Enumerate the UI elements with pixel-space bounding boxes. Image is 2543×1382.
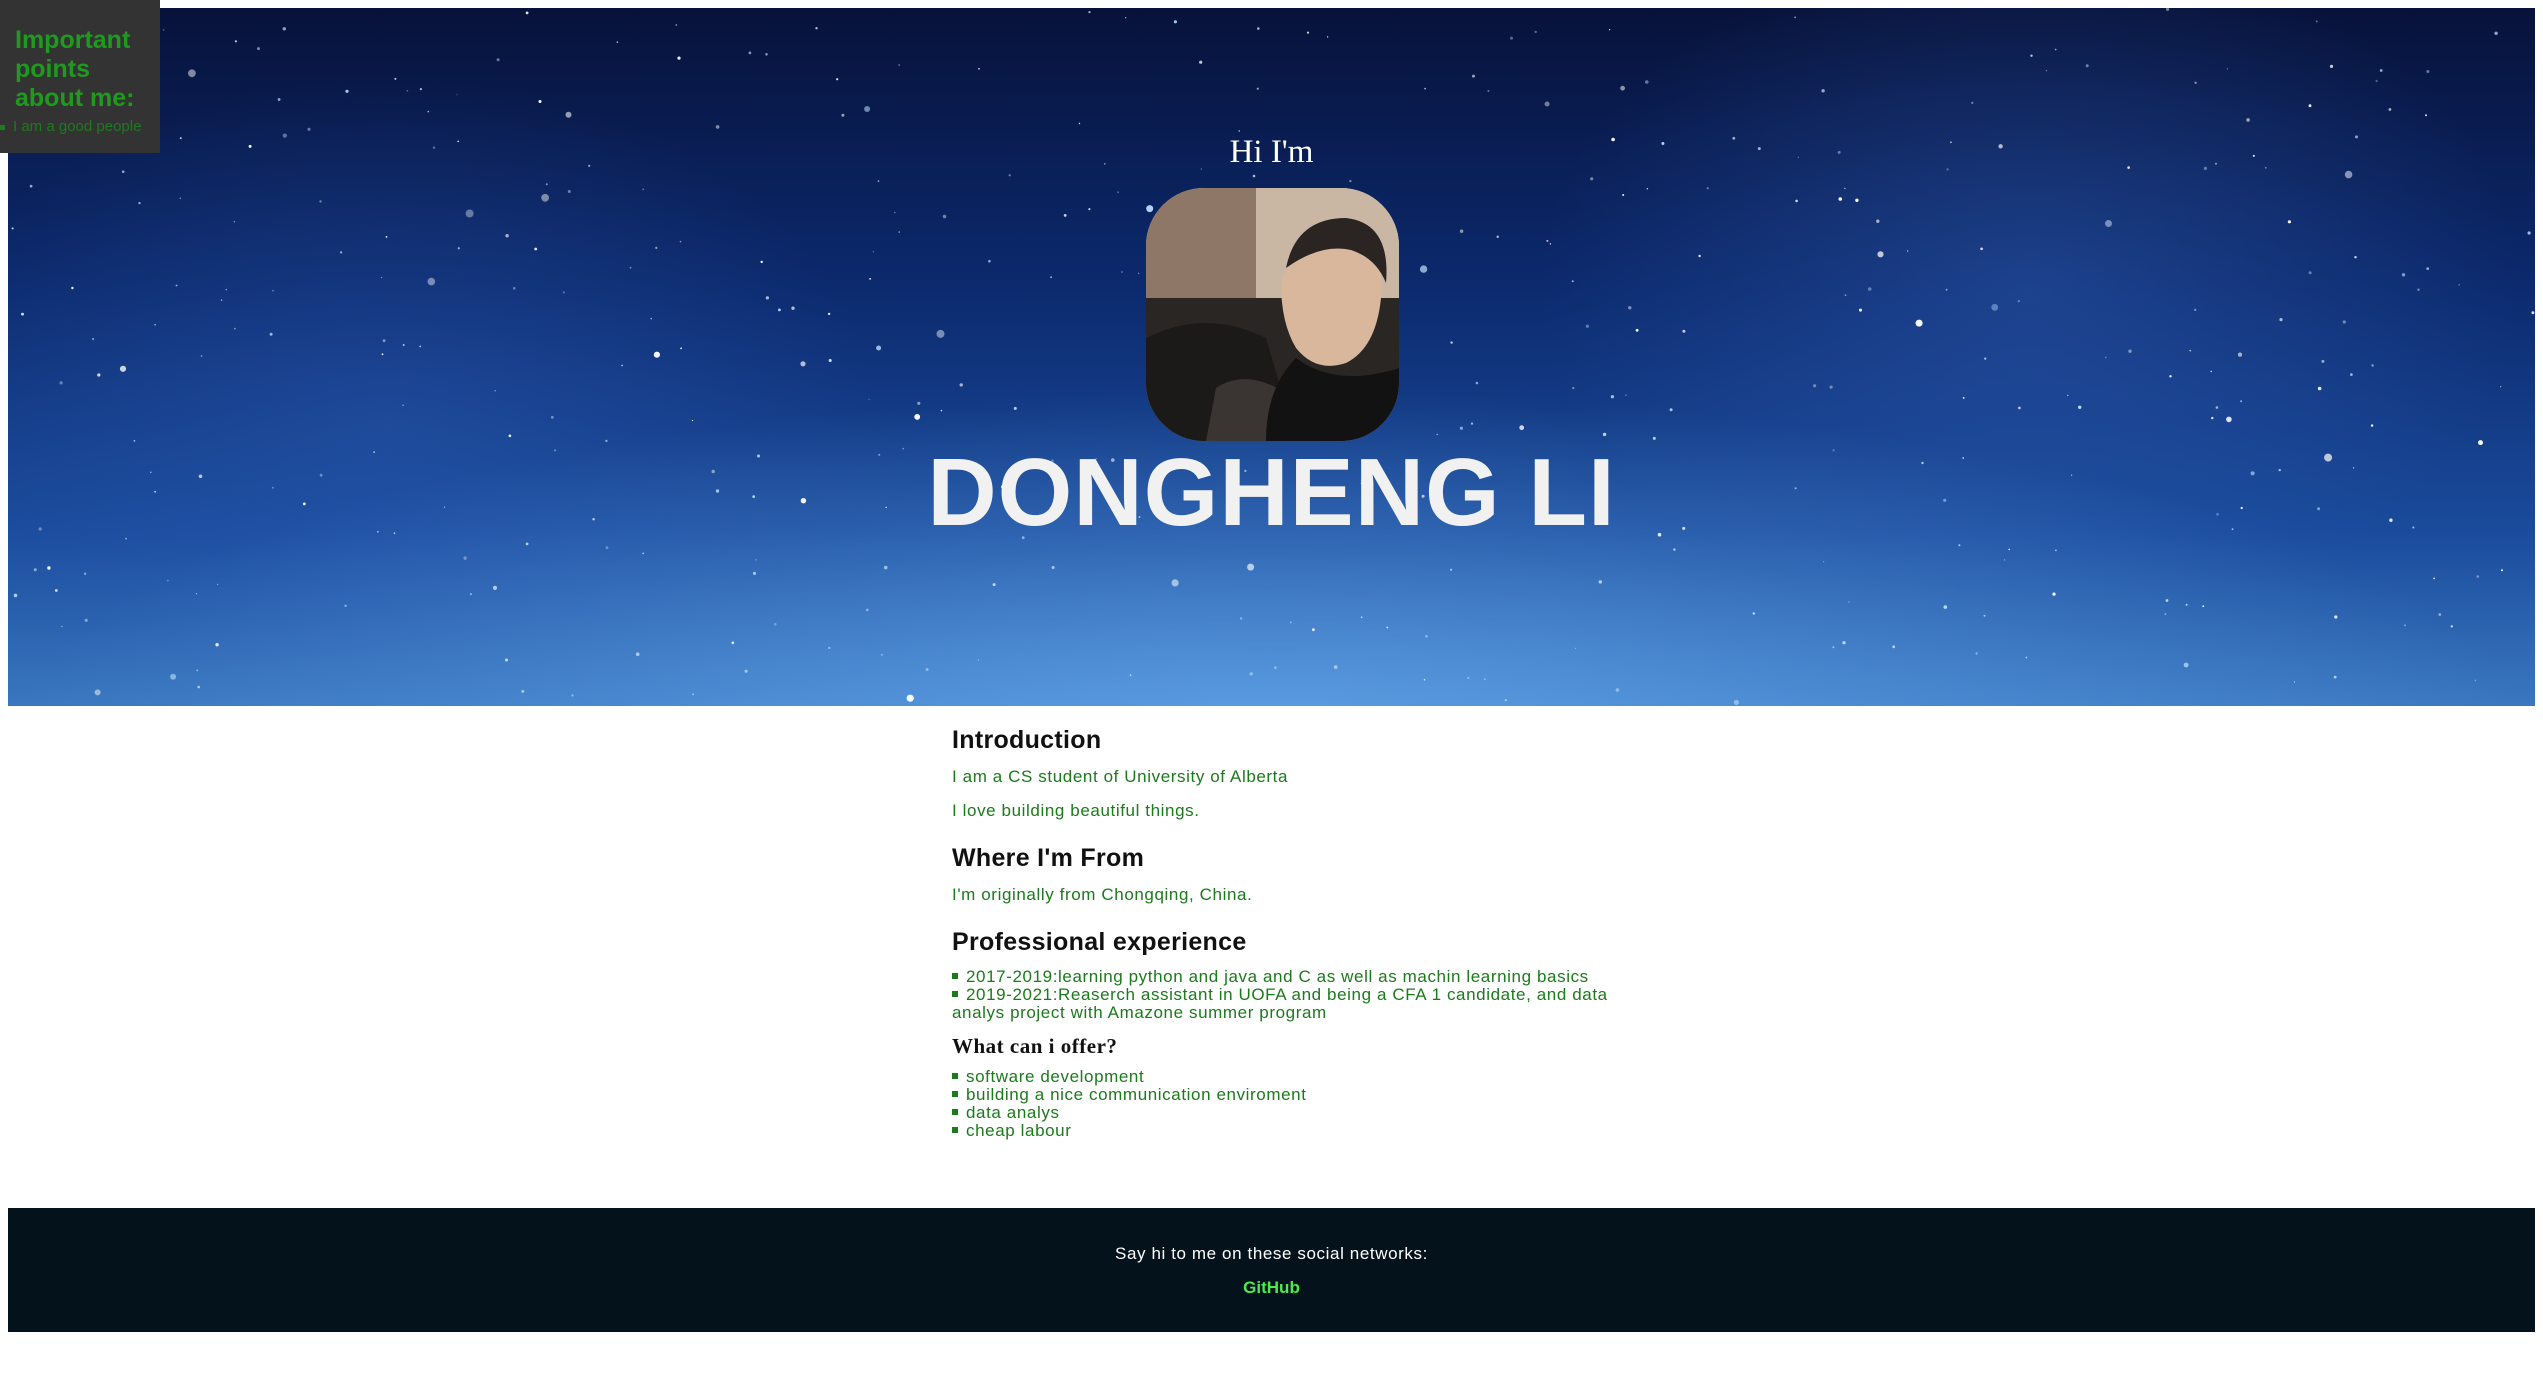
hero-name: DONGHENG LI: [927, 439, 1616, 546]
sidebar-list: I am a good people: [0, 118, 141, 136]
avatar: [1146, 188, 1399, 441]
origin-section: Where I'm From I'm originally from Chong…: [952, 836, 1632, 904]
footer-text: Say hi to me on these social networks:: [1115, 1244, 1428, 1263]
offer-item: cheap labour: [952, 1122, 1632, 1140]
offer-item: software development: [952, 1068, 1632, 1086]
experience-item: 2017-2019:learning python and java and C…: [952, 968, 1632, 986]
sidebar-title: Important points about me:: [15, 26, 135, 112]
hero-banner: Hi I'm DONGHENG LI: [8, 8, 2535, 706]
profile-photo: [1146, 188, 1399, 441]
offer-heading: What can i offer?: [952, 1034, 1118, 1058]
offer-item: data analys: [952, 1104, 1632, 1122]
introduction-line: I love building beautiful things.: [952, 801, 1200, 820]
experience-section: Professional experience 2017-2019:learni…: [952, 920, 1632, 1022]
introduction-line: I am a CS student of University of Alber…: [952, 767, 1289, 786]
experience-heading: Professional experience: [952, 928, 1247, 956]
offer-list: software development building a nice com…: [952, 1068, 1632, 1140]
about-sidebar: Important points about me: I am a good p…: [0, 0, 160, 153]
sidebar-list-item: I am a good people: [0, 118, 141, 136]
origin-text: I'm originally from Chongqing, China.: [952, 885, 1253, 904]
github-link[interactable]: GitHub: [8, 1278, 2535, 1298]
introduction-section: Introduction I am a CS student of Univer…: [952, 718, 1632, 820]
experience-item: 2019-2021:Reaserch assistant in UOFA and…: [952, 986, 1632, 1022]
offer-item: building a nice communication enviroment: [952, 1086, 1632, 1104]
experience-list: 2017-2019:learning python and java and C…: [952, 968, 1632, 1022]
offer-section: What can i offer? software development b…: [952, 1028, 1632, 1140]
hero-greeting: Hi I'm: [1229, 134, 1314, 170]
introduction-heading: Introduction: [952, 726, 1102, 754]
origin-heading: Where I'm From: [952, 844, 1145, 872]
footer: Say hi to me on these social networks: G…: [8, 1208, 2535, 1332]
main-content: Introduction I am a CS student of Univer…: [952, 718, 1632, 1146]
